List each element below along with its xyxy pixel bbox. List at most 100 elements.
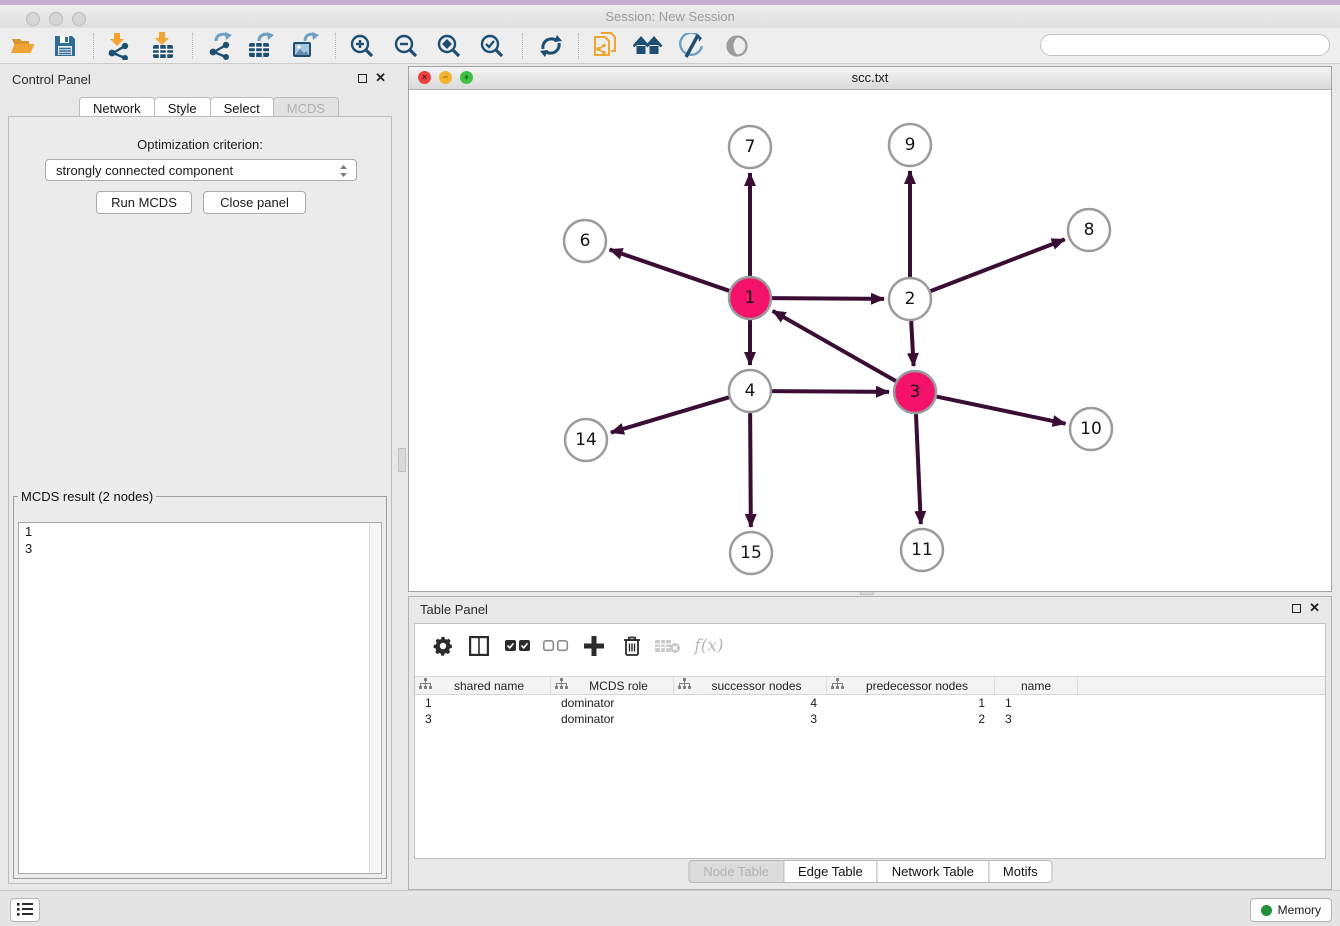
graph-edge-2-3[interactable] — [911, 321, 913, 366]
graph-edge-3-1[interactable] — [773, 311, 896, 381]
zoom-out-icon[interactable] — [389, 32, 423, 60]
graph-edge-4-14[interactable] — [611, 397, 729, 432]
memory-status-icon — [1261, 905, 1272, 916]
save-session-icon[interactable] — [48, 32, 82, 60]
graph-node-label-15: 15 — [740, 543, 762, 563]
tab-select[interactable]: Select — [210, 97, 274, 118]
status-bar: Memory — [0, 890, 1340, 926]
mcds-tab-content: Optimization criterion: strongly connect… — [8, 116, 392, 884]
column-header-successor-nodes[interactable]: successor nodes — [674, 677, 827, 694]
home-view-icon[interactable] — [631, 32, 665, 60]
tab-style[interactable]: Style — [154, 97, 211, 118]
graph-edge-1-2[interactable] — [772, 298, 884, 299]
zoom-in-icon[interactable] — [345, 32, 379, 60]
optimization-select-value: strongly connected component — [56, 163, 233, 178]
table-cell[interactable]: dominator — [551, 712, 674, 726]
style-toggle-icon[interactable] — [675, 32, 709, 60]
table-row[interactable]: 1dominator411 — [415, 695, 1325, 711]
optimization-criterion-label: Optimization criterion: — [9, 137, 391, 152]
export-network-icon[interactable] — [204, 32, 238, 60]
deselect-all-columns-icon[interactable] — [541, 632, 571, 660]
column-header-name[interactable]: name — [995, 677, 1078, 694]
import-network-icon[interactable] — [103, 32, 137, 60]
result-scrollbar[interactable] — [369, 523, 381, 873]
function-builder-icon: f(x) — [689, 632, 729, 660]
hide-panel-eye-icon[interactable] — [720, 32, 754, 60]
table-cell[interactable]: 3 — [674, 712, 827, 726]
graph-node-label-10: 10 — [1080, 419, 1102, 439]
mcds-result-group: MCDS result (2 nodes) 13 — [13, 489, 387, 879]
graph-node-label-4: 4 — [745, 381, 756, 401]
table-panel-close-icon[interactable]: ✕ — [1309, 600, 1320, 616]
network-graph: 7968124314101511 — [409, 90, 1331, 591]
table-cell[interactable]: 1 — [827, 696, 995, 710]
graph-edge-2-8[interactable] — [931, 239, 1065, 291]
run-mcds-button[interactable]: Run MCDS — [96, 191, 192, 214]
graph-edge-3-10[interactable] — [937, 397, 1066, 424]
export-image-icon[interactable] — [288, 32, 322, 60]
graph-edge-1-6[interactable] — [610, 249, 730, 290]
memory-label: Memory — [1278, 903, 1321, 917]
table-cell[interactable]: 2 — [827, 712, 995, 726]
column-header-mcds-role[interactable]: MCDS role — [551, 677, 674, 694]
control-panel-close-icon[interactable]: ✕ — [375, 70, 386, 86]
table-cell[interactable]: 4 — [674, 696, 827, 710]
graph-node-label-2: 2 — [905, 289, 916, 309]
graph-edge-3-11[interactable] — [916, 414, 921, 524]
tab-motifs[interactable]: Motifs — [988, 860, 1053, 883]
table-cell[interactable]: 3 — [415, 712, 551, 726]
task-history-button[interactable] — [10, 898, 40, 922]
table-cell[interactable]: dominator — [551, 696, 674, 710]
column-header-shared-name[interactable]: shared name — [415, 677, 551, 694]
zoom-selected-icon[interactable] — [475, 32, 509, 60]
select-all-columns-icon[interactable] — [503, 632, 533, 660]
destroy-table-icon — [653, 632, 683, 660]
close-panel-button[interactable]: Close panel — [203, 191, 306, 214]
add-column-icon[interactable] — [579, 632, 609, 660]
table-cell[interactable]: 1 — [415, 696, 551, 710]
app-titlebar: Session: New Session — [0, 5, 1340, 28]
control-panel-title: Control Panel — [12, 72, 91, 87]
zoom-fit-icon[interactable] — [432, 32, 466, 60]
open-session-icon[interactable] — [6, 32, 40, 60]
tab-edge-table[interactable]: Edge Table — [783, 860, 878, 883]
apply-layout-icon[interactable] — [534, 32, 568, 60]
graph-node-label-6: 6 — [580, 231, 591, 251]
mcds-result-title: MCDS result (2 nodes) — [18, 489, 156, 504]
tab-mcds[interactable]: MCDS — [273, 97, 339, 118]
network-window-titlebar[interactable]: × − + scc.txt — [409, 67, 1331, 90]
node-table-content: f(x) shared nameMCDS rolesuccessor nodes… — [414, 623, 1326, 859]
settings-gear-icon[interactable] — [428, 632, 458, 660]
tab-network[interactable]: Network — [79, 97, 155, 118]
table-panel-float-icon[interactable] — [1292, 604, 1301, 613]
split-panel-icon[interactable] — [464, 632, 494, 660]
network-window-title: scc.txt — [409, 70, 1331, 85]
graph-edge-4-3[interactable] — [772, 391, 889, 392]
result-item[interactable]: 3 — [19, 540, 381, 557]
graph-node-label-11: 11 — [911, 540, 933, 560]
vertical-splitter-handle[interactable] — [398, 448, 406, 472]
table-panel-title: Table Panel — [420, 602, 488, 617]
column-header-predecessor-nodes[interactable]: predecessor nodes — [827, 677, 995, 694]
graph-node-label-8: 8 — [1084, 220, 1095, 240]
table-row[interactable]: 3dominator323 — [415, 711, 1325, 727]
network-canvas[interactable]: 7968124314101511 — [409, 90, 1331, 591]
table-panel-tabs: Node TableEdge TableNetwork TableMotifs — [688, 860, 1051, 883]
control-panel-float-icon[interactable] — [358, 74, 367, 83]
network-window: × − + scc.txt 7968124314101511 — [408, 66, 1332, 592]
export-table-icon[interactable] — [244, 32, 278, 60]
graph-edge-4-15[interactable] — [750, 413, 751, 527]
tab-network-table[interactable]: Network Table — [877, 860, 989, 883]
result-item[interactable]: 1 — [19, 523, 381, 540]
tab-node-table[interactable]: Node Table — [688, 860, 784, 883]
table-cell[interactable]: 1 — [995, 696, 1078, 710]
optimization-select[interactable]: strongly connected component — [45, 159, 357, 181]
mcds-result-list[interactable]: 13 — [18, 522, 382, 874]
table-cell[interactable]: 3 — [995, 712, 1078, 726]
table-panel: Table Panel ✕ f(x) — [408, 596, 1332, 890]
search-input[interactable] — [1040, 34, 1330, 56]
delete-column-trash-icon[interactable] — [617, 632, 647, 660]
network-from-selection-icon[interactable] — [588, 32, 622, 60]
import-table-icon[interactable] — [146, 32, 180, 60]
memory-button[interactable]: Memory — [1250, 898, 1332, 922]
